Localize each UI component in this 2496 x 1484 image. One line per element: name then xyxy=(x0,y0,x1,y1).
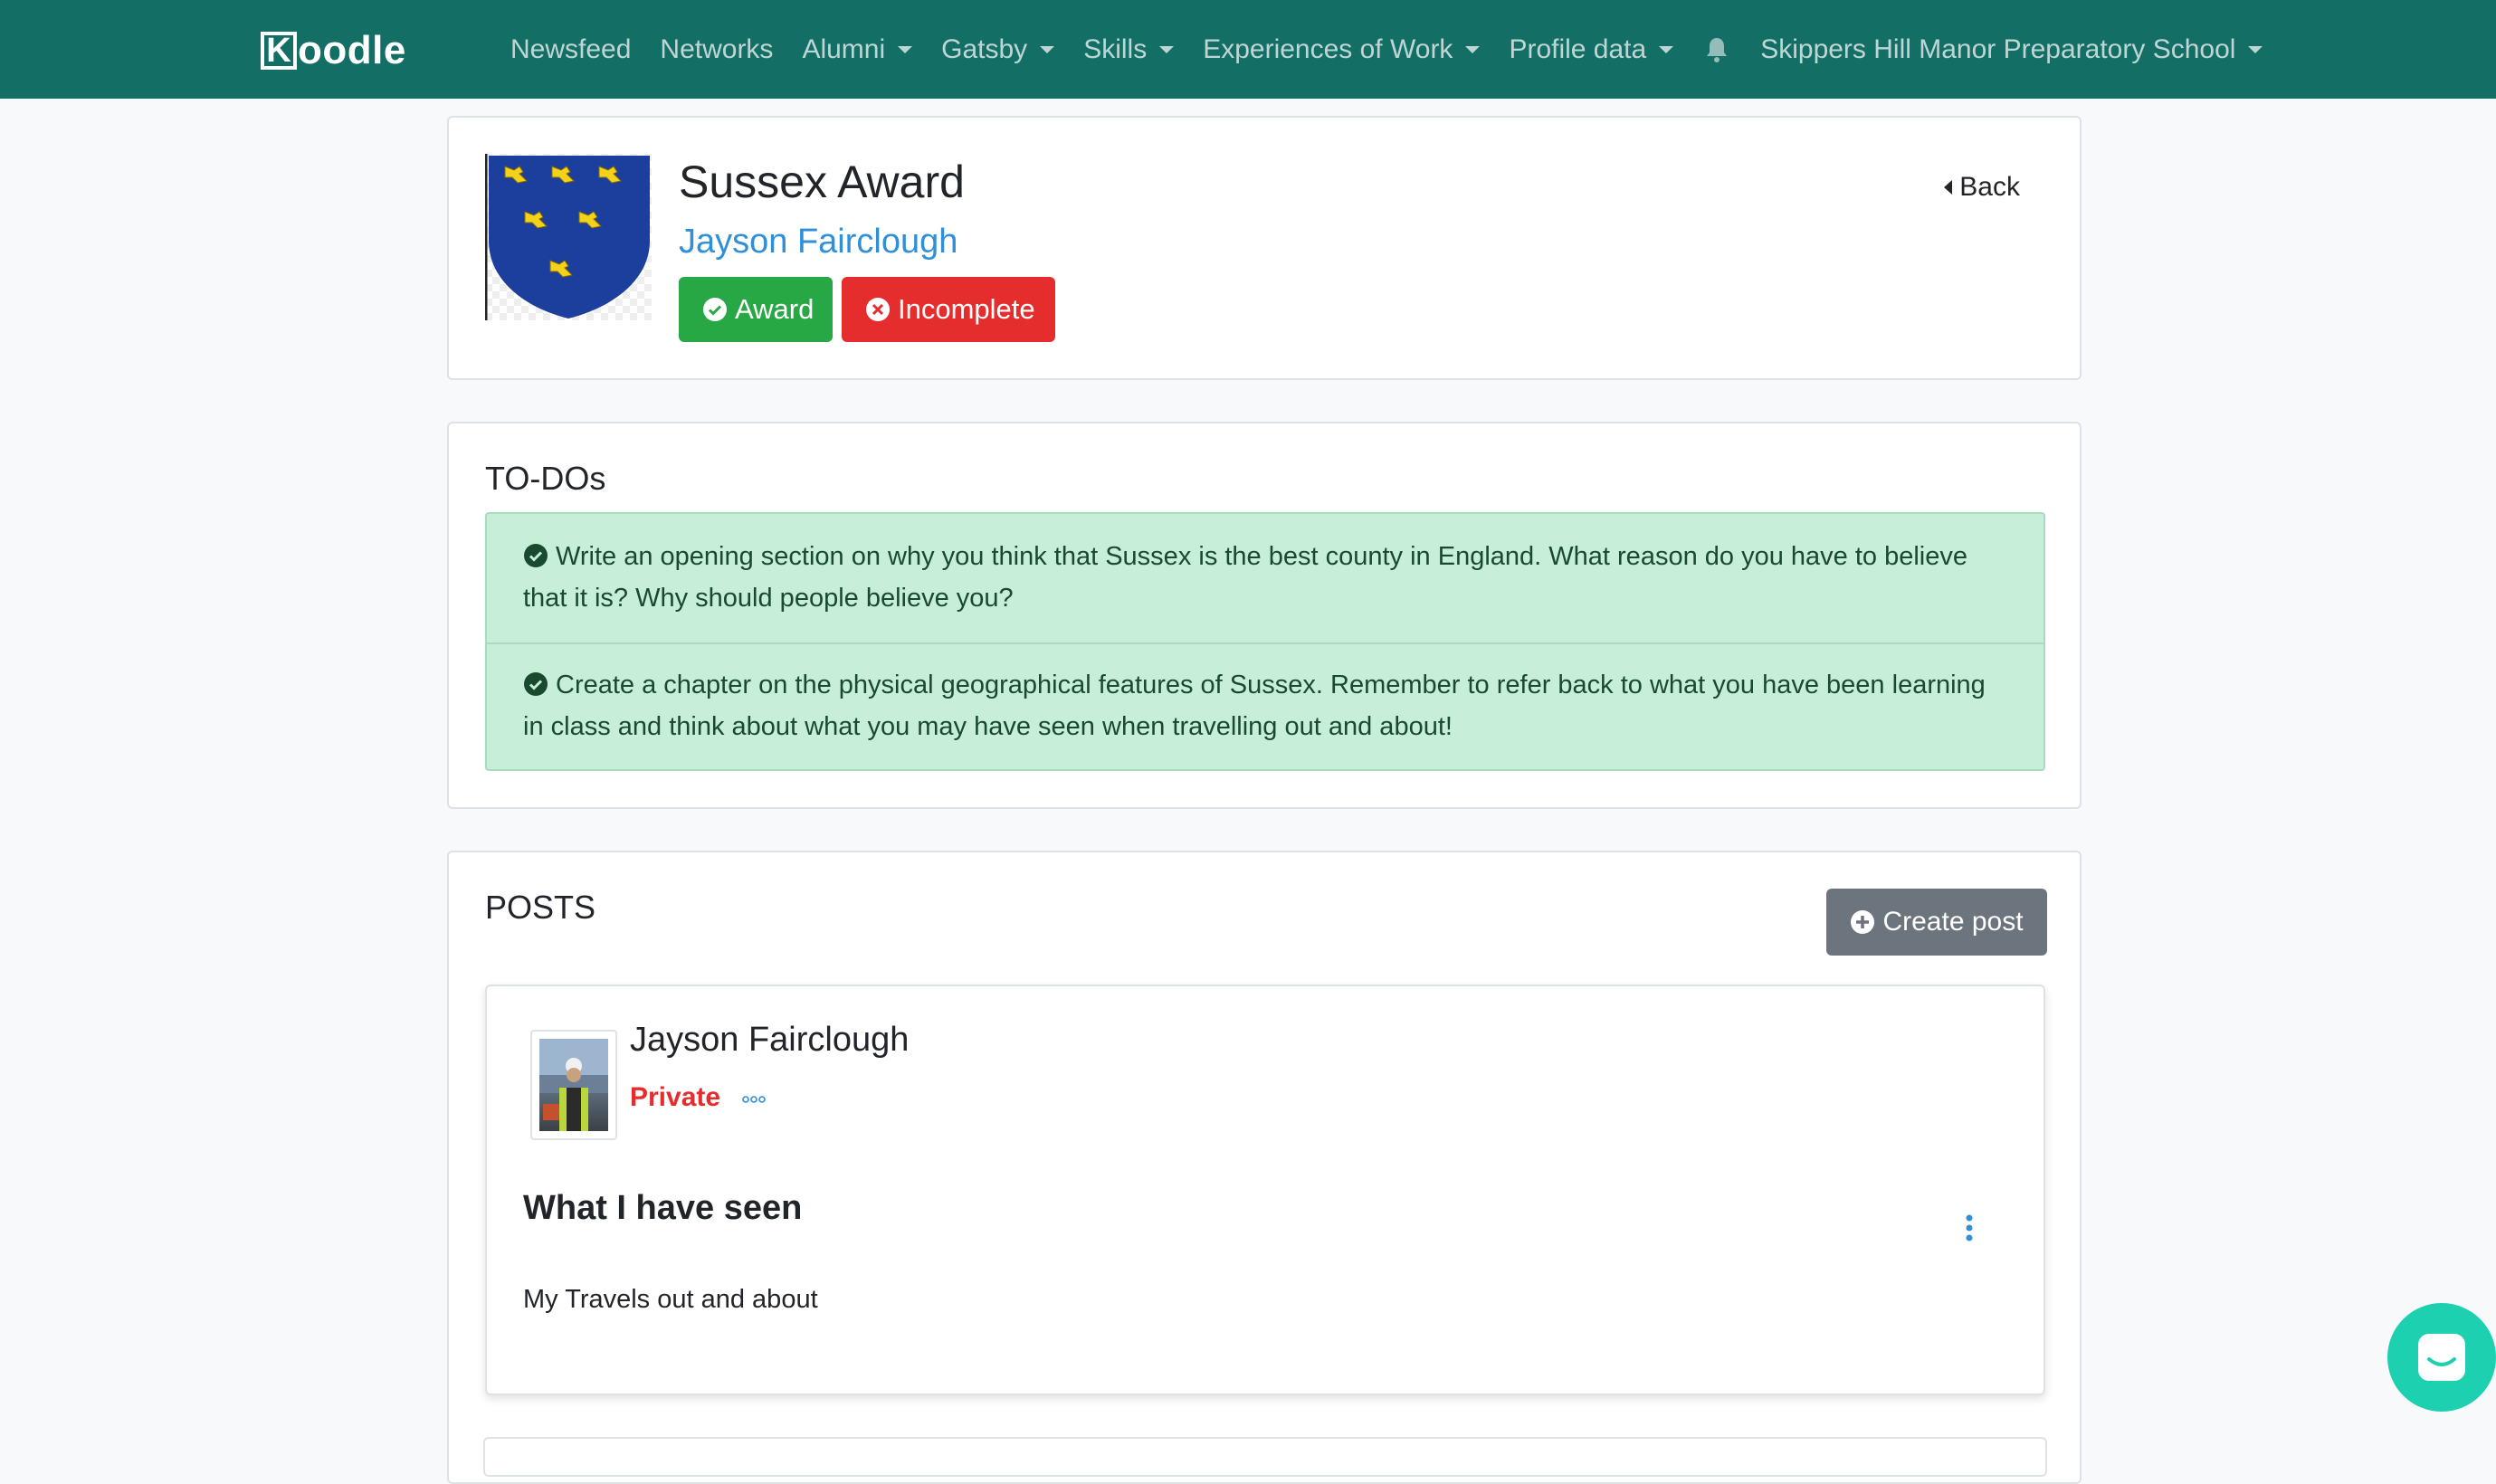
nav-alumni-label: Alumni xyxy=(802,33,886,64)
create-post-button[interactable]: Create post xyxy=(1826,889,2047,956)
logo-k-box: K xyxy=(261,32,297,70)
check-circle-icon xyxy=(703,298,727,321)
post-author[interactable]: Jayson Fairclough xyxy=(630,1021,909,1060)
todos-title: TO-DOs xyxy=(485,460,606,497)
nav-skills-label: Skills xyxy=(1083,33,1148,64)
avatar-photo xyxy=(539,1039,608,1131)
award-header-card: Sussex Award Jayson Fairclough Award Inc… xyxy=(447,116,2082,380)
caret-down-icon xyxy=(1465,45,1481,53)
times-circle-icon xyxy=(866,298,890,321)
nav-newsfeed-label: Newsfeed xyxy=(510,33,632,64)
logo-text: oodle xyxy=(298,28,406,72)
award-title: Sussex Award xyxy=(679,157,965,207)
caret-down-icon xyxy=(898,45,913,53)
posts-card: POSTS Create post Jayson Fairclough Priv… xyxy=(447,851,2082,1484)
caret-down-icon xyxy=(1159,45,1175,53)
incomplete-status-button[interactable]: Incomplete xyxy=(842,277,1055,342)
posts-title: POSTS xyxy=(485,889,596,926)
more-vertical-icon[interactable] xyxy=(1964,1214,1975,1241)
todo-item-text: Create a chapter on the physical geograp… xyxy=(523,671,1986,741)
todo-divider xyxy=(487,642,2043,644)
create-post-label: Create post xyxy=(1882,907,2024,937)
caret-left-icon xyxy=(1944,180,1953,195)
nav-gatsby-label: Gatsby xyxy=(941,33,1028,64)
nav-links: Newsfeed Networks Alumni Gatsby Skills E… xyxy=(496,0,2277,99)
chat-widget-button[interactable] xyxy=(2387,1303,2496,1412)
back-link[interactable]: Back xyxy=(1944,172,2020,203)
top-navbar: K oodle Newsfeed Networks Alumni Gatsby … xyxy=(0,0,2496,99)
award-user-link[interactable]: Jayson Fairclough xyxy=(679,223,957,262)
incomplete-button-label: Incomplete xyxy=(898,293,1035,325)
post-privacy-label: Private xyxy=(630,1082,721,1112)
chat-icon xyxy=(2418,1334,2465,1381)
bell-icon[interactable] xyxy=(1699,32,1735,68)
nav-school-label: Skippers Hill Manor Preparatory School xyxy=(1760,33,2236,64)
nav-newsfeed[interactable]: Newsfeed xyxy=(496,34,645,65)
nav-school-dropdown[interactable]: Skippers Hill Manor Preparatory School xyxy=(1746,34,2277,65)
sussex-crest-icon xyxy=(484,154,652,320)
kloodle-logo[interactable]: K oodle xyxy=(261,28,406,72)
todo-item: Write an opening section on why you thin… xyxy=(487,536,2043,619)
todos-card: TO-DOs Write an opening section on why y… xyxy=(447,422,2082,809)
check-circle-icon xyxy=(524,544,548,567)
nav-profile-data-label: Profile data xyxy=(1509,33,1647,64)
nav-alumni-dropdown[interactable]: Alumni xyxy=(787,34,927,65)
post-title: What I have seen xyxy=(523,1189,803,1227)
todo-list: Write an opening section on why you thin… xyxy=(485,512,2045,771)
nav-networks[interactable]: Networks xyxy=(645,34,787,65)
more-horizontal-icon[interactable] xyxy=(742,1091,766,1108)
nav-gatsby-dropdown[interactable]: Gatsby xyxy=(927,34,1069,65)
back-link-label: Back xyxy=(1959,172,2020,202)
nav-networks-label: Networks xyxy=(660,33,774,64)
award-button[interactable]: Award xyxy=(679,277,833,342)
check-circle-icon xyxy=(524,672,548,696)
nav-skills-dropdown[interactable]: Skills xyxy=(1069,34,1188,65)
award-button-label: Award xyxy=(735,293,815,325)
avatar[interactable] xyxy=(530,1030,617,1140)
nav-experiences-dropdown[interactable]: Experiences of Work xyxy=(1188,34,1494,65)
nav-experiences-label: Experiences of Work xyxy=(1203,33,1453,64)
caret-down-icon xyxy=(1040,45,1055,53)
next-post-card-edge xyxy=(483,1437,2047,1477)
plus-circle-icon xyxy=(1851,910,1875,934)
caret-down-icon xyxy=(1659,45,1674,53)
caret-down-icon xyxy=(2248,45,2263,53)
todo-item-text: Write an opening section on why you thin… xyxy=(523,542,1967,613)
nav-profile-data-dropdown[interactable]: Profile data xyxy=(1494,34,1688,65)
post-item: Jayson Fairclough Private What I have se… xyxy=(485,985,2045,1395)
post-body: My Travels out and about xyxy=(523,1285,818,1314)
todo-item: Create a chapter on the physical geograp… xyxy=(487,664,2043,747)
